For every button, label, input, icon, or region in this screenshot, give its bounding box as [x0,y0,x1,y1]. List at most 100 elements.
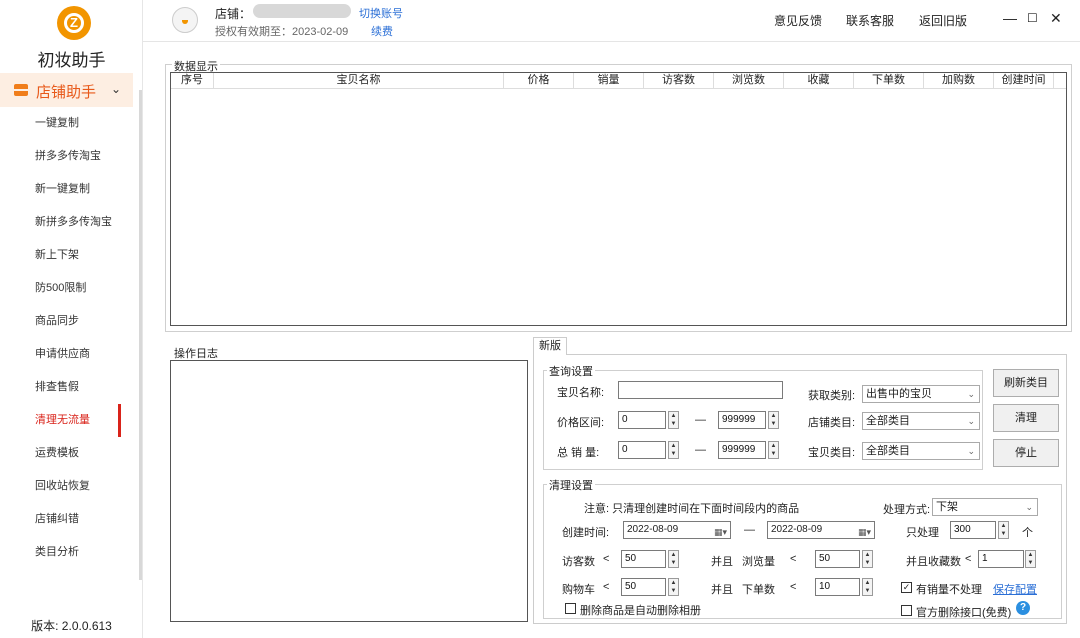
sidebar-nav: 一键复制 拼多多传淘宝 新一键复制 新拼多多传淘宝 新上下架 防500限制 商品… [0,107,133,569]
delete-album-checkbox[interactable] [565,603,576,614]
logo-letter: Z [64,13,84,33]
skip-sales-checkbox[interactable]: ✓ [901,582,912,593]
sidebar-item-store-fix[interactable]: 店铺纠错 [0,503,133,536]
date-to-picker[interactable]: 2022-08-09 ▦▾ [767,521,875,539]
sales-min-input[interactable]: 0 [618,441,666,459]
cart-spinner[interactable]: ▲ ▼ [668,578,679,596]
clean-button[interactable]: 清理 [993,404,1059,432]
skip-sales-label: 有销量不处理 [916,584,982,596]
views-lt: < [790,553,797,565]
renew-link[interactable]: 续费 [371,23,393,39]
only-process-label: 只处理 [906,527,939,539]
method-select[interactable]: 下架 ⌄ [932,498,1038,516]
sidebar-scrollbar[interactable] [139,90,142,580]
price-range-dash: — [695,414,706,426]
favorites-lt: < [965,553,972,565]
sidebar-item-recycle-restore[interactable]: 回收站恢复 [0,470,133,503]
sidebar-item-check-fake[interactable]: 排查售假 [0,371,133,404]
col-header-item-name[interactable]: 宝贝名称 [214,73,504,89]
store-name-redacted [253,4,351,18]
shop-category-label: 店铺类目: [808,417,856,429]
official-api-label: 官方删除接口(免费) [916,607,1012,619]
col-header-visitors[interactable]: 访客数 [644,73,714,89]
sidebar: Z 初妆助手 店铺助手 ⌄ 一键复制 拼多多传淘宝 新一键复制 新拼多多传淘宝 … [0,0,143,638]
sidebar-item-apply-supplier[interactable]: 申请供应商 [0,338,133,371]
method-label: 处理方式: [883,504,931,516]
store-icon [14,84,28,96]
sidebar-group-label: 店铺助手 [36,83,97,101]
favorites-input[interactable]: 1 [978,550,1024,568]
close-icon[interactable]: ✕ [1050,10,1062,27]
col-header-favorites[interactable]: 收藏 [784,73,854,89]
orders-input[interactable]: 10 [815,578,860,596]
orders-label: 下单数 [742,584,775,596]
fetch-type-select[interactable]: 出售中的宝贝 ⌄ [862,385,980,403]
data-grid[interactable]: 序号 宝贝名称 价格 销量 访客数 浏览数 收藏 下单数 加购数 创建时间 [170,72,1067,326]
price-min-spinner[interactable]: ▲ ▼ [668,411,679,429]
maximize-icon[interactable]: ☐ [1027,11,1038,25]
sidebar-item-new-one-click-copy[interactable]: 新一键复制 [0,173,133,206]
col-header-index[interactable]: 序号 [171,73,214,89]
sidebar-item-anti-500[interactable]: 防500限制 [0,272,133,305]
official-api-checkbox[interactable] [901,605,912,616]
item-name-label: 宝贝名称: [557,387,605,399]
views-spinner[interactable]: ▲ ▼ [862,550,873,568]
date-from-picker[interactable]: 2022-08-09 ▦▾ [623,521,731,539]
log-textarea[interactable] [170,360,528,622]
refresh-category-button[interactable]: 刷新类目 [993,369,1059,397]
cart-label: 购物车 [562,584,595,596]
item-category-label: 宝贝类目: [808,447,856,459]
only-process-input[interactable]: 300 [950,521,996,539]
sidebar-item-clean-no-traffic[interactable]: 清理无流量 [0,404,133,437]
chevron-down-icon: ⌄ [967,389,975,399]
col-header-price[interactable]: 价格 [504,73,574,89]
fetch-type-label: 获取类别: [808,390,856,402]
old-version-link[interactable]: 返回旧版 [919,12,967,29]
help-icon[interactable]: ? [1016,601,1030,615]
top-bar: 店铺： 切换账号 授权有效期至：2023-02-09 续费 意见反馈 联系客服 … [143,0,1080,42]
price-max-spinner[interactable]: ▲ ▼ [768,411,779,429]
sales-min-spinner[interactable]: ▲ ▼ [668,441,679,459]
shop-category-select[interactable]: 全部类目 ⌄ [862,412,980,430]
cart-lt: < [603,581,610,593]
sidebar-item-new-pdd-to-taobao[interactable]: 新拼多多传淘宝 [0,206,133,239]
col-header-created-time[interactable]: 创建时间 [994,73,1054,89]
sidebar-item-new-listing[interactable]: 新上下架 [0,239,133,272]
orders-lt: < [790,581,797,593]
col-header-sales[interactable]: 销量 [574,73,644,89]
sidebar-item-pdd-to-taobao[interactable]: 拼多多传淘宝 [0,140,133,173]
col-header-cart-adds[interactable]: 加购数 [924,73,994,89]
price-min-input[interactable]: 0 [618,411,666,429]
visitors-spinner[interactable]: ▲ ▼ [668,550,679,568]
tab-new-version[interactable]: 新版 [533,337,567,355]
visitors-input[interactable]: 50 [621,550,666,568]
item-category-select[interactable]: 全部类目 ⌄ [862,442,980,460]
only-process-spinner[interactable]: ▲ ▼ [998,521,1009,539]
calendar-icon: ▦▾ [713,527,727,537]
sidebar-group-store-assistant[interactable]: 店铺助手 ⌄ [0,73,133,107]
save-config-link[interactable]: 保存配置 [993,581,1037,597]
cart-input[interactable]: 50 [621,578,666,596]
feedback-link[interactable]: 意见反馈 [774,12,822,29]
grid-header: 序号 宝贝名称 价格 销量 访客数 浏览数 收藏 下单数 加购数 创建时间 [171,73,1066,89]
sidebar-item-shipping-template[interactable]: 运费模板 [0,437,133,470]
sales-max-input[interactable]: 999999 [718,441,766,459]
sidebar-item-product-sync[interactable]: 商品同步 [0,305,133,338]
orders-spinner[interactable]: ▲ ▼ [862,578,873,596]
col-header-orders[interactable]: 下单数 [854,73,924,89]
contact-service-link[interactable]: 联系客服 [846,12,894,29]
favorites-spinner[interactable]: ▲ ▼ [1025,550,1036,568]
sales-max-spinner[interactable]: ▲ ▼ [768,441,779,459]
price-max-input[interactable]: 999999 [718,411,766,429]
col-header-views[interactable]: 浏览数 [714,73,784,89]
query-settings-title: 查询设置 [547,363,595,379]
minimize-icon[interactable]: — [1003,10,1017,26]
sidebar-item-category-analysis[interactable]: 类目分析 [0,536,133,569]
views-input[interactable]: 50 [815,550,860,568]
item-name-input[interactable] [618,381,783,399]
sidebar-item-one-click-copy[interactable]: 一键复制 [0,107,133,140]
switch-account-link[interactable]: 切换账号 [359,5,403,21]
stop-button[interactable]: 停止 [993,439,1059,467]
and-label-2: 并且 [711,584,733,596]
only-process-unit: 个 [1022,527,1033,539]
